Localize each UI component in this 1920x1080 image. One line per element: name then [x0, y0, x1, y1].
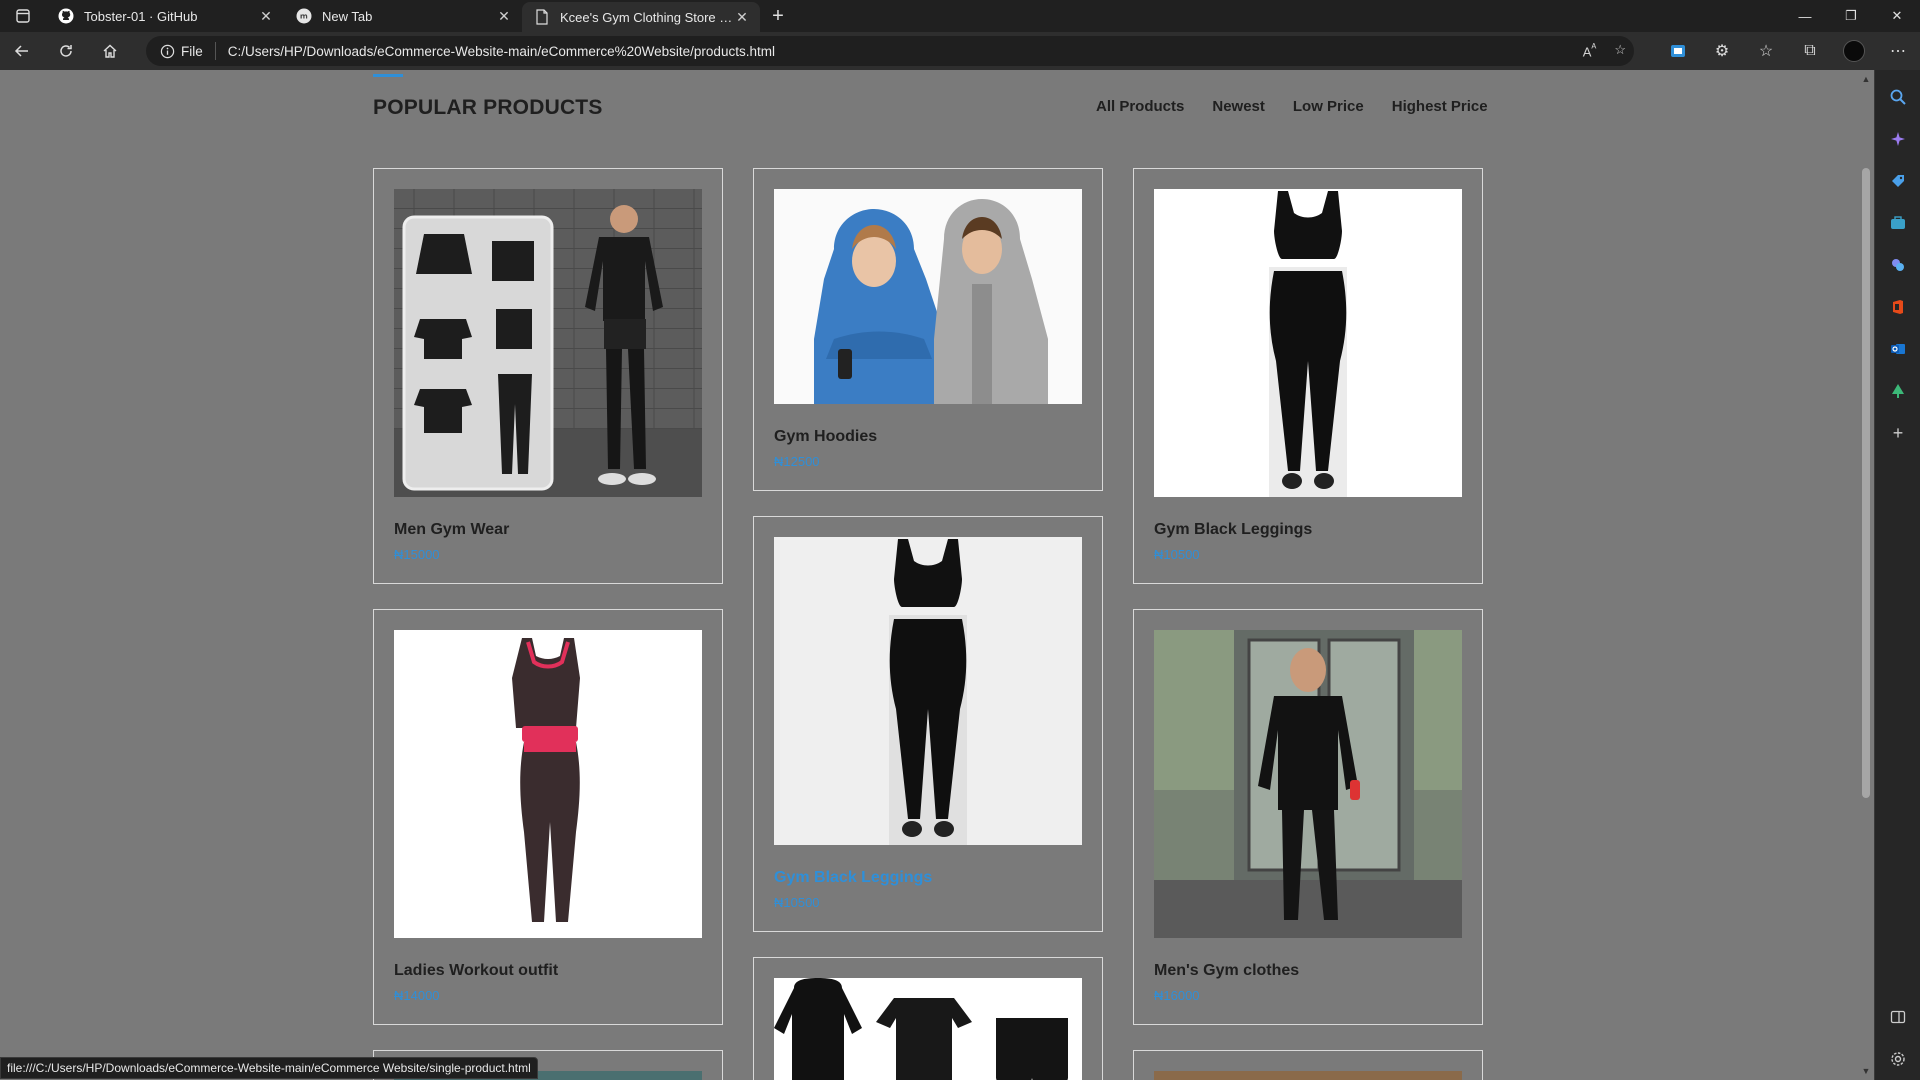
page-title: POPULAR PRODUCTS [373, 96, 603, 119]
product-image-ladies-workout-outfit[interactable] [394, 630, 702, 938]
new-tab-button[interactable]: + [760, 0, 796, 32]
more-menu-icon[interactable]: ⋯ [1876, 32, 1920, 70]
page-icon [534, 9, 550, 25]
back-button[interactable] [0, 32, 44, 70]
link-status-bar: file:///C:/Users/HP/Downloads/eCommerce-… [0, 1057, 538, 1079]
tab-actions-button[interactable] [0, 0, 46, 32]
tab-title: New Tab [322, 8, 373, 24]
product-name[interactable]: Men's Gym clothes [1154, 962, 1462, 980]
shopping-tag-icon[interactable] [1875, 160, 1920, 202]
close-window-button[interactable]: ✕ [1874, 0, 1920, 32]
tab-newtab[interactable]: New Tab ✕ [284, 0, 522, 32]
product-image-mens-gym-clothes[interactable] [1154, 630, 1462, 938]
product-image-gym-hoodies[interactable] [774, 189, 1082, 404]
filter-highest-price[interactable]: Highest Price [1392, 98, 1488, 115]
product-image-gym-black-leggings-2[interactable] [774, 537, 1082, 845]
product-name[interactable]: Gym Hoodies [774, 428, 1082, 446]
scheme-label: File [181, 43, 203, 59]
scrollbar-thumb[interactable] [1862, 168, 1870, 798]
tab-title: Tobster-01 · GitHub [84, 8, 198, 24]
refresh-icon [60, 45, 72, 57]
site-info[interactable]: File [160, 42, 216, 60]
navigation-bar: File C:/Users/HP/Downloads/eCommerce-Web… [0, 32, 1920, 70]
product-price: ₦14000 [394, 988, 440, 1003]
product-card[interactable]: Gym Hoodies ₦12500 [753, 168, 1103, 491]
product-image-gym-black-leggings[interactable] [1154, 189, 1462, 497]
product-card[interactable]: Men Gym Wear ₦15000 [373, 168, 723, 584]
filter-low-price[interactable]: Low Price [1293, 98, 1364, 115]
tab-store[interactable]: Kcee's Gym Clothing Store - PRO ✕ [522, 2, 760, 32]
product-card[interactable]: Gym Black Leggings ₦10500 [1133, 168, 1483, 584]
heading-accent-line [373, 74, 403, 77]
product-name[interactable]: Ladies Workout outfit [394, 962, 702, 980]
settings-gear-icon[interactable] [1875, 1038, 1920, 1080]
address-bar[interactable]: File C:/Users/HP/Downloads/eCommerce-Web… [146, 36, 1634, 66]
edge-newtab-icon [296, 8, 312, 24]
split-screen-icon[interactable] [1875, 996, 1920, 1038]
product-price: ₦10500 [1154, 547, 1200, 562]
close-tab-icon[interactable]: ✕ [258, 8, 274, 24]
product-filters: All Products Newest Low Price Highest Pr… [1096, 98, 1488, 115]
product-card[interactable] [1133, 1050, 1483, 1080]
extension-icon[interactable] [1656, 32, 1700, 70]
scroll-down-icon[interactable]: ▼ [1861, 1066, 1871, 1076]
edge-sidebar: + [1874, 70, 1920, 1080]
filter-newest[interactable]: Newest [1212, 98, 1265, 115]
collections-icon[interactable]: ⧉ [1788, 32, 1832, 70]
product-price: ₦15000 [394, 547, 440, 562]
close-tab-icon[interactable]: ✕ [734, 9, 750, 25]
product-card[interactable]: Gym Black Leggings ₦10500 [753, 516, 1103, 932]
tab-actions-icon [16, 9, 30, 23]
product-card[interactable]: Men's Gym clothes ₦16000 [1133, 609, 1483, 1025]
outlook-icon[interactable] [1875, 328, 1920, 370]
back-arrow-icon [14, 45, 28, 57]
extensions-puzzle-icon[interactable]: ⚙ [1700, 32, 1744, 70]
restore-button[interactable]: ❐ [1828, 0, 1874, 32]
profile-avatar[interactable] [1832, 32, 1876, 70]
product-name[interactable]: Men Gym Wear [394, 521, 702, 539]
page-scrollbar[interactable]: ▲ ▼ [1858, 70, 1874, 1080]
search-icon[interactable] [1875, 76, 1920, 118]
close-tab-icon[interactable]: ✕ [496, 8, 512, 24]
tools-briefcase-icon[interactable] [1875, 202, 1920, 244]
minimize-button[interactable]: — [1782, 0, 1828, 32]
product-image[interactable] [1154, 1071, 1462, 1080]
filter-all-products[interactable]: All Products [1096, 98, 1184, 115]
drop-tree-icon[interactable] [1875, 370, 1920, 412]
refresh-button[interactable] [44, 32, 88, 70]
product-price: ₦12500 [774, 454, 820, 469]
product-image-men-gym-wear[interactable] [394, 189, 702, 497]
url-text: C:/Users/HP/Downloads/eCommerce-Website-… [227, 43, 775, 59]
favorite-star-icon[interactable]: ☆ [1614, 42, 1626, 59]
tab-strip: Tobster-01 · GitHub ✕ New Tab ✕ Kcee's G… [0, 0, 1920, 32]
office-icon[interactable] [1875, 286, 1920, 328]
home-icon [103, 44, 117, 58]
product-price: ₦10500 [774, 895, 820, 910]
tab-github[interactable]: Tobster-01 · GitHub ✕ [46, 0, 284, 32]
tab-title: Kcee's Gym Clothing Store - PRO [560, 9, 734, 25]
favorites-icon[interactable]: ☆ [1744, 32, 1788, 70]
window-controls: — ❐ ✕ [1782, 0, 1920, 32]
product-price: ₦16000 [1154, 988, 1200, 1003]
github-icon [58, 8, 74, 24]
page-viewport: POPULAR PRODUCTS All Products Newest Low… [0, 70, 1858, 1080]
product-name-link[interactable]: Gym Black Leggings [774, 869, 1082, 887]
product-name[interactable]: Gym Black Leggings [1154, 521, 1462, 539]
info-icon [160, 44, 175, 58]
add-sidebar-app-icon[interactable]: + [1875, 412, 1920, 454]
read-aloud-icon[interactable]: Aᴬ [1583, 42, 1597, 59]
product-image-gym-set[interactable] [774, 978, 1082, 1080]
product-card[interactable]: Ladies Workout outfit ₦14000 [373, 609, 723, 1025]
games-icon[interactable] [1875, 244, 1920, 286]
scroll-up-icon[interactable]: ▲ [1861, 74, 1871, 84]
copilot-sparkle-icon[interactable] [1875, 118, 1920, 160]
home-button[interactable] [88, 32, 132, 70]
product-card[interactable] [753, 957, 1103, 1080]
